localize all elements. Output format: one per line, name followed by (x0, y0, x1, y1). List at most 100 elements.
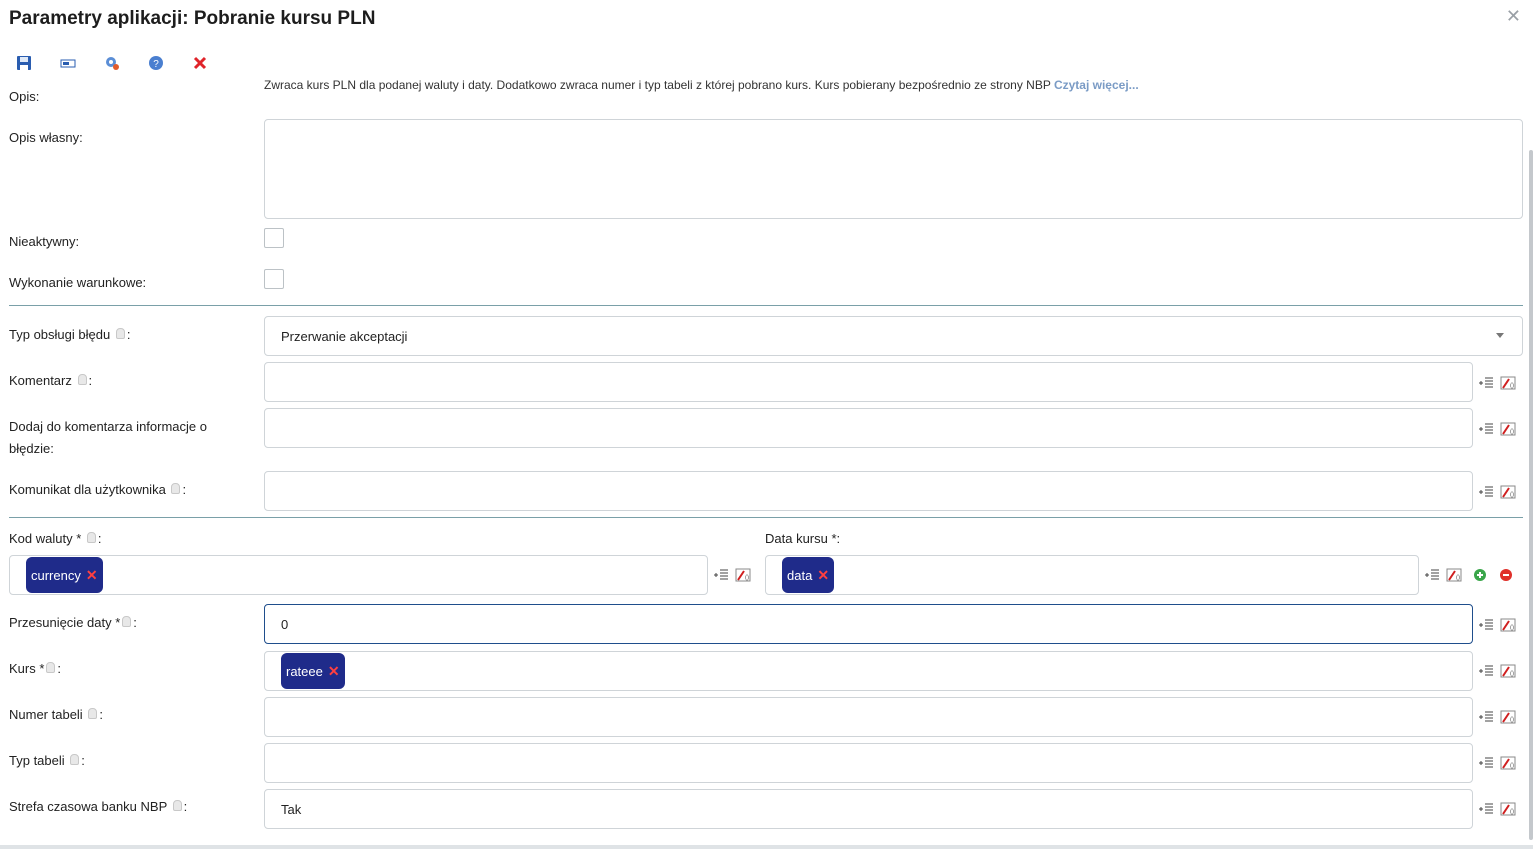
remove-tag-icon[interactable]: ✕ (86, 567, 98, 584)
svg-text:(): () (1510, 625, 1514, 631)
insert-variable-icon[interactable] (1478, 617, 1494, 633)
typ-obslugi-select[interactable]: Przerwanie akceptacji (264, 316, 1523, 356)
kod-waluty-actions: () (713, 567, 757, 583)
typ-tabeli-input[interactable] (264, 743, 1473, 783)
expression-icon[interactable]: () (1500, 709, 1516, 725)
komentarz-input[interactable] (264, 362, 1473, 402)
currency-tag: currency ✕ (26, 557, 103, 593)
remove-tag-icon[interactable]: ✕ (817, 567, 829, 584)
dodaj-actions: () (1478, 421, 1522, 437)
label-colon: : (182, 482, 187, 497)
typ-tabeli-label-text: Typ tabeli (9, 753, 65, 768)
nieaktywny-checkbox[interactable] (264, 228, 284, 248)
nieaktywny-label: Nieaktywny: (9, 234, 80, 249)
hint-icon[interactable] (172, 800, 182, 812)
label-colon: : (99, 707, 103, 722)
komunikat-input[interactable] (264, 471, 1473, 511)
data-tag: data ✕ (782, 557, 835, 593)
label-colon: : (88, 373, 93, 388)
expression-icon[interactable]: () (1500, 801, 1516, 817)
kod-waluty-input[interactable] (9, 555, 708, 595)
przesuniecie-input[interactable]: 0 (264, 604, 1473, 644)
dodaj-label: Dodaj do komentarza informacje o błędzie… (9, 416, 207, 460)
expression-icon[interactable]: () (1500, 617, 1516, 633)
opis-wlasny-textarea[interactable] (264, 119, 1523, 219)
data-kursu-actions: () (1424, 567, 1520, 583)
description-text: Zwraca kurs PLN dla podanej waluty i dat… (264, 78, 1051, 92)
opis-wlasny-label: Opis własny: (9, 130, 83, 145)
close-icon[interactable]: ✕ (1506, 6, 1521, 27)
dodaj-label-line2: błędzie: (9, 441, 54, 456)
komentarz-label-text: Komentarz (9, 373, 72, 388)
insert-variable-icon[interactable] (1478, 663, 1494, 679)
hint-icon[interactable] (46, 662, 56, 674)
insert-variable-icon[interactable] (1478, 801, 1494, 817)
kod-waluty-label: Kod waluty * : (9, 528, 102, 550)
svg-text:(): () (1510, 429, 1514, 435)
data-kursu-label: Data kursu *: (765, 531, 841, 546)
dialog: Parametry aplikacji: Pobranie kursu PLN … (0, 0, 1533, 845)
svg-text:(): () (1510, 809, 1514, 815)
expression-icon[interactable]: () (1500, 421, 1516, 437)
save-icon[interactable] (14, 53, 34, 73)
typ-obslugi-value: Przerwanie akceptacji (281, 328, 408, 344)
dialog-title: Parametry aplikacji: Pobranie kursu PLN (9, 8, 376, 29)
przesuniecie-label: Przesunięcie daty *: (9, 612, 137, 634)
data-tag-label: data (787, 567, 813, 583)
insert-variable-icon[interactable] (1478, 755, 1494, 771)
remove-tag-icon[interactable]: ✕ (328, 663, 340, 680)
cancel-icon[interactable] (190, 53, 210, 73)
kurs-input[interactable] (264, 651, 1473, 691)
window-icon[interactable] (58, 53, 78, 73)
help-icon[interactable]: ? (146, 53, 166, 73)
kurs-label: Kurs *: (9, 658, 61, 680)
insert-variable-icon[interactable] (1478, 484, 1494, 500)
remove-icon[interactable] (1498, 567, 1514, 583)
add-icon[interactable] (1472, 567, 1488, 583)
label-colon: : (126, 327, 131, 342)
komentarz-label: Komentarz : (9, 370, 92, 392)
insert-variable-icon[interactable] (1424, 567, 1440, 583)
hint-icon[interactable] (122, 616, 132, 628)
hint-icon[interactable] (70, 754, 80, 766)
komunikat-label: Komunikat dla użytkownika : (9, 479, 186, 501)
svg-text:(): () (745, 575, 749, 581)
data-kursu-input[interactable] (765, 555, 1419, 595)
typ-obslugi-label-text: Typ obsługi błędu (9, 327, 111, 342)
settings-icon[interactable] (102, 53, 122, 73)
przesuniecie-value: 0 (281, 616, 289, 632)
hint-icon[interactable] (171, 483, 181, 495)
insert-variable-icon[interactable] (1478, 421, 1494, 437)
expression-icon[interactable]: () (1500, 663, 1516, 679)
komunikat-actions: () (1478, 484, 1522, 500)
strefa-input[interactable]: Tak (264, 789, 1473, 829)
expression-icon[interactable]: () (1500, 755, 1516, 771)
insert-variable-icon[interactable] (713, 567, 729, 583)
hint-icon[interactable] (86, 532, 96, 544)
expression-icon[interactable]: () (1500, 375, 1516, 391)
expression-icon[interactable]: () (1500, 484, 1516, 500)
dodaj-label-line1: Dodaj do komentarza informacje o (9, 419, 207, 434)
numer-tabeli-input[interactable] (264, 697, 1473, 737)
expression-icon[interactable]: () (1446, 567, 1462, 583)
insert-variable-icon[interactable] (1478, 709, 1494, 725)
scrollbar[interactable] (1529, 150, 1533, 840)
label-colon: : (183, 799, 188, 814)
dodaj-input[interactable] (264, 408, 1473, 448)
expression-icon[interactable]: () (735, 567, 751, 583)
read-more-link[interactable]: Czytaj więcej... (1054, 78, 1139, 92)
kod-waluty-label-text: Kod waluty * (9, 531, 82, 546)
typ-obslugi-label: Typ obsługi błędu : (9, 324, 130, 346)
hint-icon[interactable] (115, 328, 125, 340)
hint-icon[interactable] (88, 708, 98, 720)
wykonanie-checkbox[interactable] (264, 269, 284, 289)
strefa-value: Tak (281, 801, 302, 817)
opis-label: Opis: (9, 89, 40, 104)
divider (9, 305, 1523, 306)
label-colon: : (133, 615, 137, 630)
hint-icon[interactable] (77, 374, 87, 386)
strefa-label: Strefa czasowa banku NBP : (9, 796, 187, 818)
wykonanie-label: Wykonanie warunkowe: (9, 275, 147, 290)
svg-text:(): () (1510, 383, 1514, 389)
insert-variable-icon[interactable] (1478, 375, 1494, 391)
